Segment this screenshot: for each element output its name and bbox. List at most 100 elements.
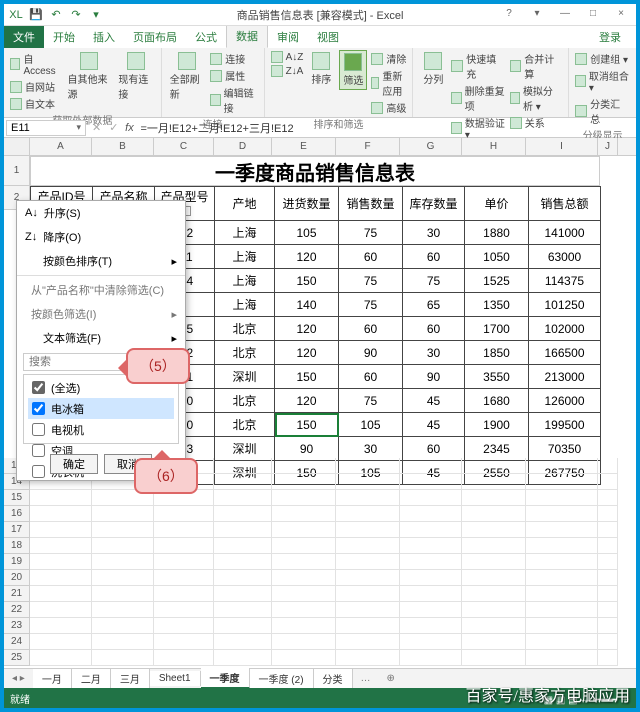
row-header[interactable]: 23 — [4, 618, 30, 634]
cell[interactable] — [400, 570, 462, 586]
cell[interactable]: 北京 — [215, 413, 275, 437]
cell[interactable] — [214, 474, 272, 490]
cell[interactable] — [30, 586, 92, 602]
cell[interactable] — [598, 538, 618, 554]
cell[interactable] — [336, 538, 400, 554]
cell[interactable] — [214, 522, 272, 538]
row-1[interactable]: 1 — [4, 156, 30, 186]
cell[interactable] — [526, 650, 598, 666]
row-header[interactable]: 21 — [4, 586, 30, 602]
cell[interactable] — [272, 650, 336, 666]
cell[interactable]: 上海 — [215, 269, 275, 293]
minimize-button[interactable]: — — [552, 4, 578, 22]
cell[interactable]: 150 — [275, 269, 339, 293]
cell[interactable] — [92, 602, 154, 618]
cell[interactable] — [598, 586, 618, 602]
cell[interactable] — [154, 602, 214, 618]
cell[interactable] — [400, 634, 462, 650]
col-B[interactable]: B — [92, 138, 154, 155]
text-filter-item[interactable]: 文本筛选(F)▸ — [17, 326, 185, 350]
cell[interactable]: 1880 — [465, 221, 529, 245]
cell[interactable]: 70350 — [529, 437, 601, 461]
cell[interactable] — [272, 554, 336, 570]
cell[interactable] — [30, 602, 92, 618]
cell[interactable]: 166500 — [529, 341, 601, 365]
cell[interactable] — [400, 618, 462, 634]
close-button[interactable]: × — [608, 4, 634, 22]
col-J[interactable]: J — [598, 138, 618, 155]
cell[interactable] — [400, 474, 462, 490]
maximize-button[interactable]: □ — [580, 4, 606, 22]
cell[interactable]: 60 — [403, 317, 465, 341]
cell[interactable]: 30 — [403, 341, 465, 365]
tab-insert[interactable]: 插入 — [84, 26, 124, 48]
cell[interactable]: 1050 — [465, 245, 529, 269]
cell[interactable]: 60 — [403, 437, 465, 461]
cell[interactable] — [400, 458, 462, 474]
cell[interactable] — [462, 570, 526, 586]
tab-home[interactable]: 开始 — [44, 26, 84, 48]
cell[interactable]: 126000 — [529, 389, 601, 413]
cell[interactable] — [526, 570, 598, 586]
edit-links-button[interactable]: 编辑链接 — [210, 84, 257, 116]
cell[interactable] — [400, 506, 462, 522]
cell[interactable] — [336, 554, 400, 570]
cell[interactable] — [526, 602, 598, 618]
sheet-q1-2[interactable]: 一季度 (2) — [250, 669, 314, 688]
cell[interactable]: 3550 — [465, 365, 529, 389]
cell[interactable] — [272, 458, 336, 474]
cell[interactable] — [30, 650, 92, 666]
cell[interactable]: 140 — [275, 293, 339, 317]
cell[interactable] — [526, 586, 598, 602]
help-button[interactable]: ? — [496, 4, 522, 22]
ungroup-button[interactable]: 取消组合 ▾ — [575, 67, 630, 95]
cell[interactable] — [336, 490, 400, 506]
from-text-button[interactable]: 自文本 — [10, 95, 62, 112]
cell[interactable] — [214, 634, 272, 650]
sort-desc-button[interactable]: Z↓A — [271, 64, 304, 78]
cell[interactable]: 114375 — [529, 269, 601, 293]
cell[interactable] — [526, 490, 598, 506]
cell[interactable]: 深圳 — [215, 365, 275, 389]
cell[interactable] — [336, 602, 400, 618]
cell[interactable] — [272, 586, 336, 602]
cell[interactable]: 105 — [275, 221, 339, 245]
cell[interactable] — [214, 538, 272, 554]
cell[interactable] — [272, 634, 336, 650]
cell[interactable]: 北京 — [215, 317, 275, 341]
ok-button[interactable]: 确定 — [50, 454, 98, 474]
cell[interactable] — [526, 474, 598, 490]
sort-asc-item[interactable]: A↓升序(S) — [17, 201, 185, 225]
cell[interactable] — [92, 618, 154, 634]
redo-icon[interactable]: ↷ — [68, 7, 84, 23]
sheet-more[interactable]: … — [353, 673, 379, 684]
cell[interactable]: 上海 — [215, 293, 275, 317]
cell[interactable] — [526, 538, 598, 554]
cell[interactable] — [598, 458, 618, 474]
cell[interactable] — [154, 586, 214, 602]
cell[interactable]: 120 — [275, 317, 339, 341]
cell[interactable]: 1700 — [465, 317, 529, 341]
row-header[interactable]: 18 — [4, 538, 30, 554]
cell[interactable]: 150 — [275, 413, 339, 437]
cell[interactable] — [154, 538, 214, 554]
cell[interactable] — [336, 474, 400, 490]
existing-conn-button[interactable]: 现有连接 — [116, 50, 154, 103]
hdr-inqty[interactable]: 进货数量 — [275, 187, 339, 221]
tab-formulas[interactable]: 公式 — [186, 26, 226, 48]
cell[interactable] — [154, 554, 214, 570]
cell[interactable] — [462, 538, 526, 554]
cell[interactable]: 60 — [339, 317, 403, 341]
tab-data[interactable]: 数据 — [226, 24, 268, 48]
cell[interactable] — [154, 650, 214, 666]
cell[interactable] — [30, 506, 92, 522]
cell[interactable] — [400, 538, 462, 554]
sheet-nav[interactable]: ◂ ▸ — [4, 673, 33, 684]
cell[interactable]: 30 — [339, 437, 403, 461]
qat-more-icon[interactable]: ▾ — [88, 7, 104, 23]
cell[interactable] — [598, 554, 618, 570]
cell[interactable] — [462, 586, 526, 602]
cell[interactable] — [336, 650, 400, 666]
cell[interactable] — [598, 506, 618, 522]
tab-review[interactable]: 审阅 — [268, 26, 308, 48]
